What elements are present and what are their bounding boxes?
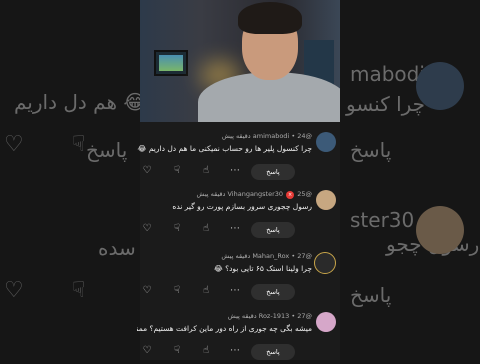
avatar[interactable] — [316, 312, 336, 332]
like-icon[interactable]: ☝ — [200, 223, 212, 235]
reply-button[interactable]: پاسخ — [251, 344, 295, 360]
like-icon[interactable]: ☝ — [200, 345, 212, 357]
badge-icon: × — [286, 191, 295, 199]
heart-icon[interactable]: ♡ — [141, 345, 153, 357]
comment-meta: @Roz-1913 • 27 دقیقه پیش — [227, 312, 312, 320]
avatar[interactable] — [316, 190, 336, 210]
dislike-icon: ☟ — [72, 278, 86, 303]
comment-text: چرا ولینا استک ۶۵ تایی بود؟ 😂 — [213, 264, 312, 273]
ghost-reply-label: پاسخ — [86, 138, 128, 162]
monitor — [154, 50, 188, 76]
dislike-icon[interactable]: ☟ — [171, 345, 183, 357]
dislike-icon: ☟ — [72, 132, 86, 157]
comment-text: چرا کنسول پلیر ها رو حساب نمیکنی ما هم د… — [137, 144, 312, 153]
comment-text: میشه بگی چه جوری از راه دور ماین کرافت ه… — [137, 324, 312, 333]
dislike-icon[interactable]: ☟ — [171, 223, 183, 235]
comment-meta: @Mahan_Rox • 27 دقیقه پیش — [221, 252, 312, 260]
heart-icon[interactable]: ♡ — [141, 285, 153, 297]
comment-actions: ♡ ☟ ☝ ⋯ پاسخ — [140, 222, 312, 238]
reply-button[interactable]: پاسخ — [251, 284, 295, 300]
video-player[interactable] — [140, 0, 340, 122]
ghost-author: mabodi — [350, 62, 425, 86]
more-options-icon[interactable]: ⋯ — [229, 223, 241, 235]
dislike-icon[interactable]: ☟ — [171, 285, 183, 297]
background-left-panel — [0, 0, 140, 360]
avatar[interactable] — [316, 132, 336, 152]
like-icon[interactable]: ☝ — [200, 285, 212, 297]
ghost-comment-text: چرا کنسو — [346, 92, 426, 116]
comment-item: @amimabodi • 24 دقیقه پیش چرا کنسول پلیر… — [137, 126, 340, 184]
avatar — [416, 62, 464, 110]
comment-actions: ♡ ☟ ☝ ⋯ پاسخ — [140, 344, 312, 360]
like-icon[interactable]: ☝ — [200, 165, 212, 177]
more-options-icon[interactable]: ⋯ — [229, 285, 241, 297]
avatar[interactable] — [314, 252, 336, 274]
dislike-icon[interactable]: ☟ — [171, 165, 183, 177]
more-options-icon[interactable]: ⋯ — [229, 165, 241, 177]
comments-panel: @amimabodi • 24 دقیقه پیش چرا کنسول پلیر… — [137, 122, 340, 360]
comment-meta: @amimabodi • 24 دقیقه پیش — [221, 132, 312, 140]
reply-button[interactable]: پاسخ — [251, 222, 295, 238]
ghost-reply-label: پاسخ — [350, 138, 392, 162]
heart-icon: ♡ — [4, 132, 24, 157]
comment-actions: ♡ ☟ ☝ ⋯ پاسخ — [140, 164, 312, 180]
heart-icon: ♡ — [4, 278, 24, 303]
ghost-author: ster30 — [350, 208, 415, 232]
avatar — [416, 206, 464, 254]
comment-actions: ♡ ☟ ☝ ⋯ پاسخ — [140, 284, 312, 300]
comment-text: رسول چجوری سرور بسازم پورت رو گیر نده — [172, 202, 312, 211]
comment-meta: @Vihangangster30 × 25 دقیقه پیش — [197, 190, 312, 199]
comment-item: @Vihangangster30 × 25 دقیقه پیش رسول چجو… — [140, 184, 340, 242]
more-options-icon[interactable]: ⋯ — [229, 345, 241, 357]
ghost-reply-label: پاسخ — [350, 283, 392, 307]
comment-item: @Mahan_Rox • 27 دقیقه پیش چرا ولینا استک… — [140, 246, 340, 304]
ghost-comment-text: سده — [98, 236, 136, 260]
heart-icon[interactable]: ♡ — [141, 223, 153, 235]
comment-item: @Roz-1913 • 27 دقیقه پیش میشه بگی چه جور… — [137, 306, 340, 364]
reply-button[interactable]: پاسخ — [251, 164, 295, 180]
heart-icon[interactable]: ♡ — [141, 165, 153, 177]
